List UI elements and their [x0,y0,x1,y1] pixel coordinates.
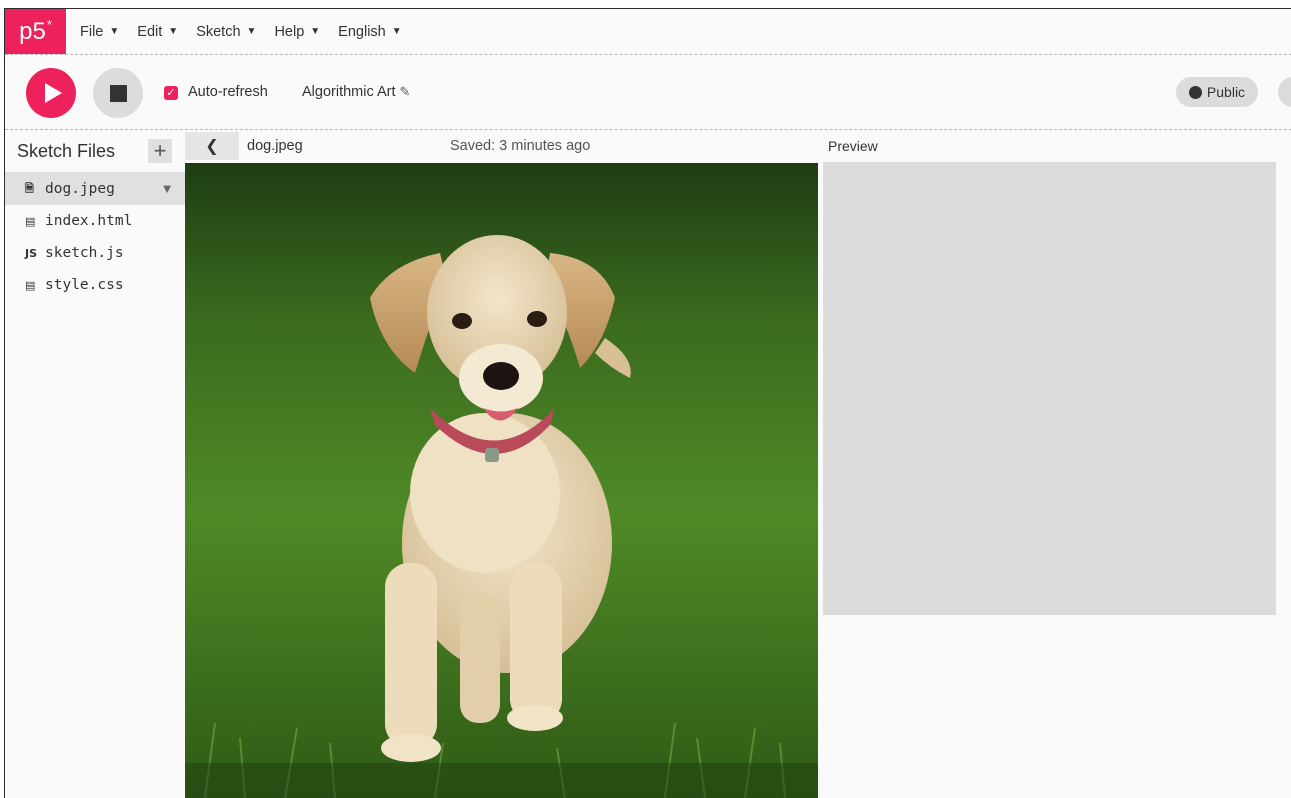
menu-file[interactable]: File ▼ [80,24,119,40]
caret-down-icon: ▼ [109,26,120,37]
menu-help-label: Help [274,23,305,40]
menu-language[interactable]: English ▼ [338,24,401,40]
file-item-index-html[interactable]: ▤ index.html [5,205,185,237]
file-item-style-css[interactable]: ▤ style.css [5,269,185,301]
caret-down-icon: ▼ [310,26,321,37]
file-options-caret-icon[interactable]: ▼ [163,184,171,195]
sidebar-header: Sketch Files + [5,130,185,173]
dog-photo [185,163,818,798]
file-name: sketch.js [45,245,124,261]
editor-filename: dog.jpeg [247,138,303,154]
sketch-name: Algorithmic Art [302,84,396,100]
add-file-button[interactable]: + [148,139,172,163]
menu-edit-label: Edit [137,23,163,40]
sketch-name-button[interactable]: Algorithmic Art ✎ [302,84,410,100]
logo-text: p5 [19,17,46,45]
image-viewer [185,163,818,798]
chevron-left-icon: ❮ [205,138,219,155]
play-button[interactable] [26,68,76,118]
visibility-button[interactable]: Public [1176,77,1258,107]
toolbar: ✓ Auto-refresh Algorithmic Art ✎ Public [5,55,1291,130]
visibility-label: Public [1206,84,1246,100]
sidebar-title: Sketch Files [17,140,116,161]
menu-file-label: File [80,23,104,40]
preview-canvas [823,162,1276,615]
globe-icon [1188,85,1202,99]
file-name: style.css [45,277,124,293]
file-icon: 🗎 [25,181,34,195]
share-button[interactable] [1278,77,1291,107]
caret-down-icon: ▼ [168,26,179,37]
auto-refresh-checkbox[interactable]: ✓ [164,86,178,100]
plus-icon: + [153,138,167,163]
menu-help[interactable]: Help ▼ [274,24,320,40]
file-name: index.html [45,213,133,229]
file-item-sketch-js[interactable]: JS sketch.js [5,237,185,269]
auto-refresh-label[interactable]: Auto-refresh [188,84,268,100]
play-icon [45,83,62,103]
saved-status: Saved: 3 minutes ago [450,138,591,154]
menu-sketch-label: Sketch [196,23,241,40]
stop-button[interactable] [93,68,143,118]
stop-icon [109,84,127,102]
file-name: dog.jpeg [45,181,115,197]
html-icon: ▤ [25,214,36,228]
js-icon: JS [25,246,38,260]
caret-down-icon: ▼ [391,26,402,37]
logo-asterisk: * [46,17,52,32]
file-item-dog-jpeg[interactable]: 🗎 dog.jpeg ▼ [5,173,185,205]
menu-sketch[interactable]: Sketch ▼ [196,24,256,40]
editor-header: ❮ dog.jpeg Saved: 3 minutes ago [185,130,817,163]
menu-edit[interactable]: Edit ▼ [137,24,178,40]
sidebar: Sketch Files + 🗎 dog.jpeg ▼ ▤ index.html… [5,130,185,798]
p5-logo[interactable]: p5 * [5,9,66,54]
css-icon: ▤ [25,278,36,292]
collapse-sidebar-button[interactable]: ❮ [185,132,239,160]
caret-down-icon: ▼ [246,26,257,37]
menu-language-label: English [338,23,386,40]
pencil-icon: ✎ [399,84,411,99]
menu-bar: p5 * File ▼ Edit ▼ Sketch ▼ Help ▼ English ▼ [5,9,1291,55]
preview-label: Preview [828,138,878,154]
p5-editor-window: p5 * File ▼ Edit ▼ Sketch ▼ Help ▼ English ▼ ✓… [4,8,1291,798]
